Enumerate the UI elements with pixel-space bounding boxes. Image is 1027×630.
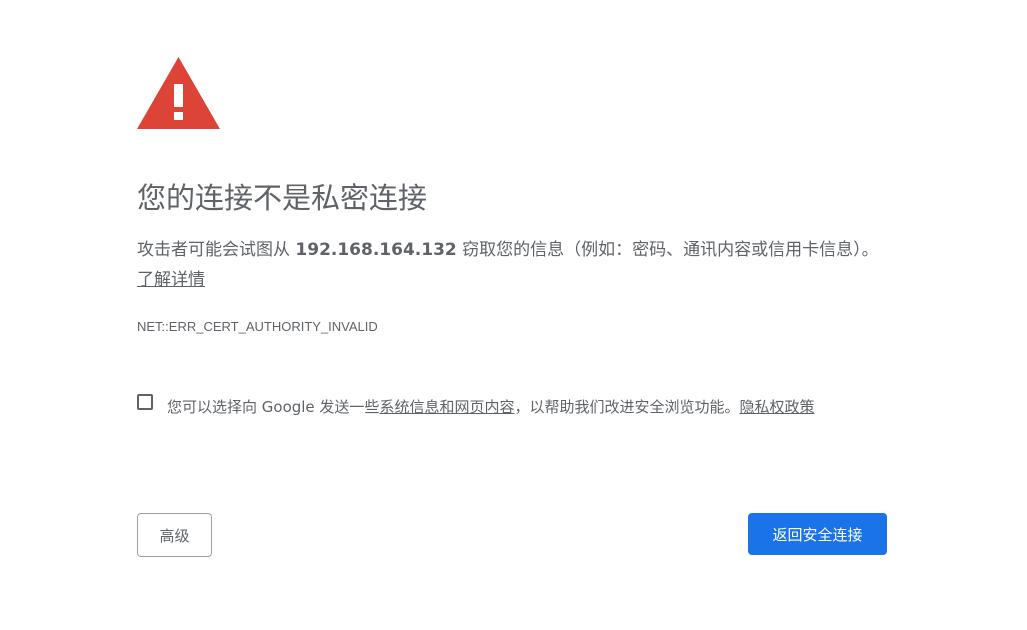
- description-prefix: 攻击者可能会试图从: [137, 240, 296, 260]
- error-description: 攻击者可能会试图从 192.168.164.132 窃取您的信息（例如：密码、通…: [137, 235, 887, 295]
- interstitial-page: 您的连接不是私密连接 攻击者可能会试图从 192.168.164.132 窃取您…: [0, 0, 1027, 630]
- optin-text-2: ，以帮助我们改进安全浏览功能。: [514, 398, 740, 416]
- error-code: NET::ERR_CERT_AUTHORITY_INVALID: [137, 319, 378, 334]
- privacy-policy-link[interactable]: 隐私权政策: [739, 398, 814, 416]
- advanced-button[interactable]: 高级: [137, 513, 212, 557]
- optin-text-1: 您可以选择向 Google 发送一些: [167, 398, 380, 416]
- optin-label: 您可以选择向 Google 发送一些系统信息和网页内容，以帮助我们改进安全浏览功…: [167, 392, 867, 422]
- learn-more-link[interactable]: 了解详情: [137, 270, 205, 290]
- description-suffix: 窃取您的信息（例如：密码、通讯内容或信用卡信息）。: [456, 240, 879, 260]
- warning-triangle-icon: [137, 57, 220, 129]
- target-host: 192.168.164.132: [295, 240, 457, 260]
- optin-checkbox[interactable]: [137, 394, 153, 410]
- safe-browsing-optin: 您可以选择向 Google 发送一些系统信息和网页内容，以帮助我们改进安全浏览功…: [137, 392, 867, 452]
- back-to-safety-button[interactable]: 返回安全连接: [748, 513, 887, 555]
- page-title: 您的连接不是私密连接: [137, 181, 428, 215]
- system-info-link[interactable]: 系统信息和网页内容: [379, 398, 514, 416]
